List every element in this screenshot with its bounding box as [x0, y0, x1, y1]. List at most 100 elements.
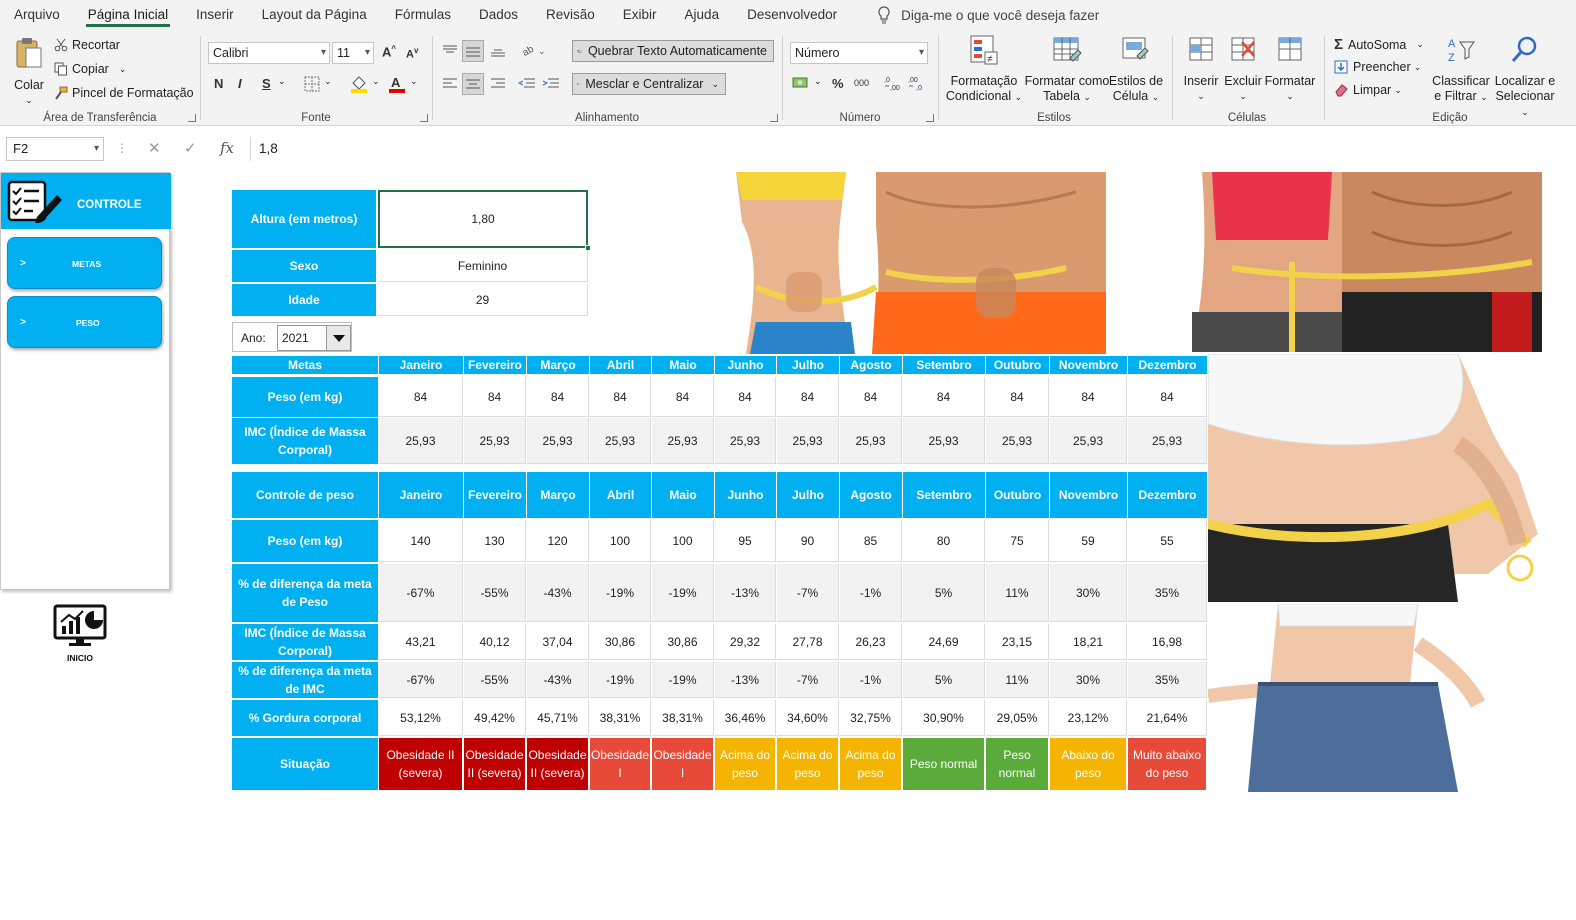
control-cell[interactable]: 140 — [379, 520, 463, 562]
control-cell[interactable]: 90 — [777, 520, 839, 562]
format-as-table-button[interactable]: Formatar como Tabela ⌄ — [1024, 34, 1110, 105]
control-cell[interactable]: 49,42% — [464, 700, 526, 736]
increase-indent-icon[interactable] — [542, 77, 560, 91]
goals-cell[interactable]: 84 — [1050, 377, 1127, 417]
fill-button[interactable]: Preencher ⌄ — [1334, 60, 1421, 74]
control-cell[interactable]: 59 — [1050, 520, 1127, 562]
font-family-select[interactable]: Calibri — [208, 42, 330, 64]
control-cell[interactable]: -55% — [464, 564, 526, 622]
goals-cell[interactable]: 25,93 — [986, 418, 1049, 464]
control-cell[interactable]: 55 — [1128, 520, 1207, 562]
control-cell[interactable]: 24,69 — [903, 624, 985, 660]
goals-cell[interactable]: 84 — [464, 377, 526, 417]
insert-cells-button[interactable]: Inserir ⌄ — [1180, 34, 1222, 104]
goals-cell[interactable]: 25,93 — [379, 418, 463, 464]
copy-button[interactable]: Copiar ⌄ — [54, 62, 126, 76]
control-cell[interactable]: 100 — [652, 520, 714, 562]
control-cell[interactable]: 120 — [527, 520, 589, 562]
control-cell[interactable]: 38,31% — [590, 700, 651, 736]
control-cell[interactable]: 5% — [903, 662, 985, 698]
chevron-down-icon[interactable]: ⌄ — [278, 76, 286, 87]
wrap-text-button[interactable]: ab Quebrar Texto Automaticamente — [572, 40, 774, 62]
age-value[interactable]: 29 — [378, 284, 588, 316]
conditional-formatting-button[interactable]: ≠ Formatação Condicional ⌄ — [944, 34, 1024, 105]
font-launcher-icon[interactable] — [420, 114, 428, 122]
underline-button[interactable]: S — [262, 76, 271, 91]
control-cell[interactable]: 40,12 — [464, 624, 526, 660]
tab-formulas[interactable]: Fórmulas — [381, 0, 465, 30]
tab-exibir[interactable]: Exibir — [609, 0, 671, 30]
height-input[interactable]: 1,80 — [378, 190, 588, 248]
control-cell[interactable]: 21,64% — [1128, 700, 1207, 736]
font-size-select[interactable]: 11 — [332, 42, 374, 64]
clipboard-launcher-icon[interactable] — [188, 114, 196, 122]
tab-inserir[interactable]: Inserir — [182, 0, 248, 30]
italic-button[interactable]: I — [238, 76, 242, 91]
control-cell[interactable]: 53,12% — [379, 700, 463, 736]
goals-cell[interactable]: 84 — [652, 377, 714, 417]
tab-desenvolvedor[interactable]: Desenvolvedor — [733, 0, 851, 30]
formula-input[interactable]: 1,8 — [250, 137, 1570, 161]
goals-cell[interactable]: 84 — [777, 377, 839, 417]
control-cell[interactable]: 11% — [986, 662, 1049, 698]
chevron-down-icon[interactable]: ⌄ — [814, 76, 822, 87]
control-cell[interactable]: -19% — [652, 662, 714, 698]
tab-ajuda[interactable]: Ajuda — [671, 0, 734, 30]
align-left-icon[interactable] — [442, 77, 458, 91]
control-cell[interactable]: 36,46% — [715, 700, 776, 736]
control-cell[interactable]: 35% — [1128, 564, 1207, 622]
tab-layout-da-pagina[interactable]: Layout da Página — [248, 0, 381, 30]
increase-font-icon[interactable]: A^ — [382, 44, 396, 59]
cancel-icon[interactable]: ✕ — [148, 139, 161, 157]
peso-nav-button[interactable]: > PESO — [7, 296, 162, 348]
control-cell[interactable]: -13% — [715, 662, 776, 698]
increase-decimal-icon[interactable]: ,0,00 — [884, 75, 902, 91]
cut-button[interactable]: Recortar — [54, 38, 120, 52]
borders-icon[interactable] — [304, 76, 320, 92]
paste-button[interactable]: Colar ⌄ — [10, 36, 48, 108]
tell-me-box[interactable]: Diga-me o que você deseja fazer — [877, 6, 1099, 24]
control-cell[interactable]: -7% — [777, 662, 839, 698]
goals-cell[interactable]: 84 — [527, 377, 589, 417]
alignment-launcher-icon[interactable] — [770, 114, 778, 122]
sex-value[interactable]: Feminino — [378, 250, 588, 282]
control-cell[interactable]: 43,21 — [379, 624, 463, 660]
control-cell[interactable]: -19% — [590, 662, 651, 698]
control-cell[interactable]: 32,75% — [840, 700, 902, 736]
control-cell[interactable]: 95 — [715, 520, 776, 562]
control-cell[interactable]: 130 — [464, 520, 526, 562]
decrease-decimal-icon[interactable]: ,00,0 — [908, 75, 926, 91]
align-right-icon[interactable] — [490, 77, 506, 91]
enter-icon[interactable]: ✓ — [184, 139, 197, 157]
name-box[interactable]: F2 — [6, 137, 104, 161]
thousands-button[interactable]: 000 — [854, 78, 869, 88]
control-cell[interactable]: 85 — [840, 520, 902, 562]
goals-cell[interactable]: 25,93 — [777, 418, 839, 464]
control-cell[interactable]: 23,15 — [986, 624, 1049, 660]
control-cell[interactable]: 29,32 — [715, 624, 776, 660]
tab-revisao[interactable]: Revisão — [532, 0, 609, 30]
control-cell[interactable]: 38,31% — [652, 700, 714, 736]
control-cell[interactable]: 11% — [986, 564, 1049, 622]
goals-cell[interactable]: 84 — [1128, 377, 1207, 417]
sort-filter-button[interactable]: AZ Classificar e Filtrar ⌄ — [1428, 34, 1494, 105]
goals-cell[interactable]: 84 — [840, 377, 902, 417]
control-cell[interactable]: 30% — [1050, 662, 1127, 698]
goals-cell[interactable]: 84 — [590, 377, 651, 417]
goals-cell[interactable]: 25,93 — [590, 418, 651, 464]
autosum-button[interactable]: Σ AutoSoma ⌄ — [1334, 36, 1424, 53]
control-cell[interactable]: -19% — [590, 564, 651, 622]
control-cell[interactable]: 27,78 — [777, 624, 839, 660]
goals-cell[interactable]: 84 — [903, 377, 985, 417]
goals-cell[interactable]: 25,93 — [1050, 418, 1127, 464]
percent-button[interactable]: % — [832, 76, 844, 91]
align-middle-button[interactable] — [462, 40, 484, 62]
bold-button[interactable]: N — [214, 76, 223, 91]
align-bottom-icon[interactable] — [490, 44, 506, 58]
control-cell[interactable]: -19% — [652, 564, 714, 622]
number-launcher-icon[interactable] — [926, 114, 934, 122]
goals-cell[interactable]: 84 — [986, 377, 1049, 417]
currency-icon[interactable] — [792, 75, 812, 91]
delete-cells-button[interactable]: Excluir ⌄ — [1222, 34, 1264, 104]
merge-center-button[interactable]: Mesclar e Centralizar ⌄ — [572, 73, 726, 95]
